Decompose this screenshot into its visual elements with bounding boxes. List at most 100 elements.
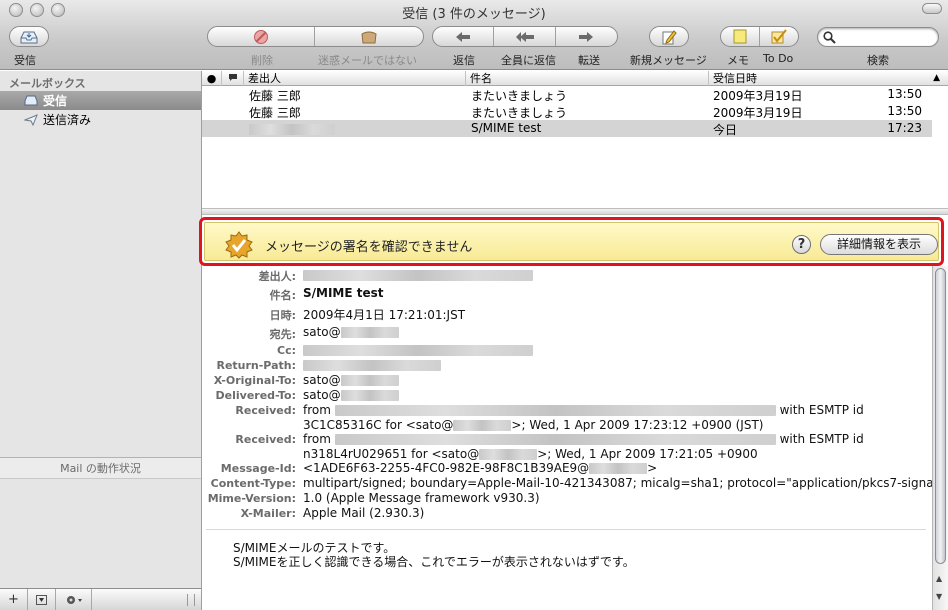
message-id-label: Message-Id:	[220, 462, 296, 475]
received2-date: >; Wed, 1 Apr 2009 17:21:05 +0900	[537, 447, 758, 461]
delete-junk-segment	[207, 26, 424, 47]
message-time: 17:23	[887, 121, 922, 135]
sidebar-item-label: 送信済み	[43, 113, 92, 127]
speech-bubble-icon	[228, 74, 237, 81]
delete-label: 削除	[251, 54, 273, 67]
message-date: 2009年3月19日	[713, 106, 803, 120]
sidebar-item-inbox[interactable]: 受信	[0, 91, 201, 110]
mail-activity-header: Mail の動作状況	[0, 457, 201, 479]
scroll-up-arrow-icon[interactable]: ▲	[936, 574, 942, 583]
new-message-button[interactable]	[649, 26, 689, 47]
received1-line2: 3C1C85316C for <sato@ >; Wed, 1 Apr 2009 …	[303, 418, 763, 432]
message-time: 13:50	[887, 87, 922, 101]
action-menu-button[interactable]	[56, 588, 92, 610]
body-line: S/MIMEを正しく認識できる場合、これでエラーが表示されないはずです。	[233, 555, 635, 569]
reply-label: 返信	[453, 54, 475, 67]
x-original-to-label: X-Original-To:	[213, 374, 296, 387]
todo-button[interactable]	[760, 27, 799, 46]
read-status-column[interactable]: ●	[202, 71, 222, 86]
signature-warning-banner: メッセージの署名を確認できません ? 詳細情報を表示	[199, 217, 944, 266]
get-mail-label: 受信	[14, 54, 36, 67]
return-path-redacted	[303, 358, 441, 372]
mime-version-label: Mime-Version:	[207, 492, 296, 505]
show-activity-button[interactable]	[28, 588, 56, 610]
reply-button[interactable]	[433, 27, 495, 46]
toolbar-toggle-button[interactable]	[922, 3, 942, 14]
date-column-label: 受信日時	[713, 72, 757, 85]
x-original-to-address: sato@	[303, 373, 341, 387]
message-row[interactable]: 佐藤 三郎 またいきましょう 2009年3月19日 13:50	[202, 103, 932, 120]
from-value-redacted	[303, 268, 533, 282]
forward-arrow-icon	[579, 31, 594, 42]
note-label: メモ	[727, 54, 749, 67]
note-button[interactable]	[721, 27, 760, 46]
date-column-header[interactable]: 受信日時 ▲	[709, 71, 948, 86]
search-icon	[823, 31, 836, 44]
reply-all-button[interactable]	[494, 27, 556, 46]
message-from: 佐藤 三郎	[249, 106, 301, 120]
from-column-header[interactable]: 差出人	[244, 71, 466, 86]
reply-all-arrow-icon	[515, 31, 534, 42]
delivered-to-address: sato@	[303, 388, 341, 402]
sidebar-bottom-bar: +	[0, 588, 201, 610]
signature-badge-icon	[225, 231, 253, 259]
cc-value-redacted	[303, 343, 533, 357]
scroll-down-arrow-icon[interactable]: ▼	[936, 592, 942, 601]
subject-label: 件名:	[269, 289, 296, 302]
message-time: 13:50	[887, 104, 922, 118]
received2-line2: n318L4rU029651 for <sato@ >; Wed, 1 Apr 2…	[303, 447, 758, 461]
to-label: 宛先:	[269, 328, 296, 341]
add-mailbox-button[interactable]: +	[0, 588, 28, 610]
sort-ascending-icon: ▲	[933, 73, 940, 83]
content-type-value: multipart/signed; boundary=Apple-Mail-10…	[303, 476, 948, 490]
message-date: 2009年3月19日	[713, 89, 803, 103]
content-type-label: Content-Type:	[210, 477, 296, 490]
inbox-tray-icon	[20, 31, 38, 43]
message-subject: またいきましょう	[471, 106, 568, 120]
message-row-selected[interactable]: S/MIME test 今日 17:23	[202, 120, 932, 137]
forward-button[interactable]	[556, 27, 617, 46]
gear-icon	[66, 595, 82, 604]
banner-inner: メッセージの署名を確認できません ? 詳細情報を表示	[204, 222, 939, 261]
to-value: sato@	[303, 325, 399, 339]
new-message-label: 新規メッセージ	[630, 54, 707, 67]
sidebar-item-label: 受信	[43, 94, 68, 108]
scrollbar-thumb[interactable]	[935, 268, 946, 564]
return-path-label: Return-Path:	[216, 359, 296, 372]
search-field[interactable]	[817, 27, 939, 47]
delivered-to-value: sato@	[303, 388, 399, 402]
message-id-text: <1ADE6F63-2255-4FC0-982E-98F8C1B39AE9@	[303, 461, 590, 475]
show-details-button[interactable]: 詳細情報を表示	[820, 234, 938, 255]
activity-toggle-icon	[36, 594, 47, 605]
note-pad-icon	[733, 29, 747, 44]
message-scrollbar[interactable]: ▲ ▼	[932, 266, 948, 610]
delete-button[interactable]	[208, 27, 316, 46]
search-input[interactable]	[838, 30, 934, 44]
message-body: S/MIMEメールのテストです。 S/MIMEを正しく認識できる場合、これでエラ…	[233, 541, 635, 569]
reply-segment	[432, 26, 618, 47]
header-body-divider	[206, 529, 926, 530]
window-title: 受信 (3 件のメッセージ)	[402, 7, 546, 22]
paper-plane-icon	[24, 113, 38, 126]
delivered-to-label: Delivered-To:	[215, 389, 296, 402]
not-junk-button[interactable]	[315, 27, 423, 46]
received1-id: 3C1C85316C for <sato@	[303, 418, 454, 432]
received2-esmtp: with ESMTP id	[779, 432, 864, 446]
get-mail-button[interactable]	[9, 26, 49, 47]
message-subject: S/MIME test	[471, 121, 542, 135]
junk-bag-icon	[361, 31, 377, 43]
subject-column-header[interactable]: 件名	[466, 71, 709, 86]
pane-splitter[interactable]	[202, 208, 948, 215]
compose-pencil-icon	[662, 29, 677, 44]
message-row[interactable]: 佐藤 三郎 またいきましょう 2009年3月19日 13:50	[202, 86, 932, 103]
thread-column[interactable]	[222, 71, 244, 86]
date-label: 日時:	[269, 309, 296, 322]
sidebar-resize-handle[interactable]	[187, 593, 195, 606]
subject-value: S/MIME test	[303, 286, 384, 300]
to-address: sato@	[303, 325, 341, 339]
help-button[interactable]: ?	[792, 235, 811, 254]
sidebar-item-sent[interactable]: 送信済み	[0, 110, 201, 129]
message-id-end: >	[647, 461, 658, 475]
todo-label: To Do	[763, 52, 794, 65]
cc-label: Cc:	[277, 344, 296, 357]
